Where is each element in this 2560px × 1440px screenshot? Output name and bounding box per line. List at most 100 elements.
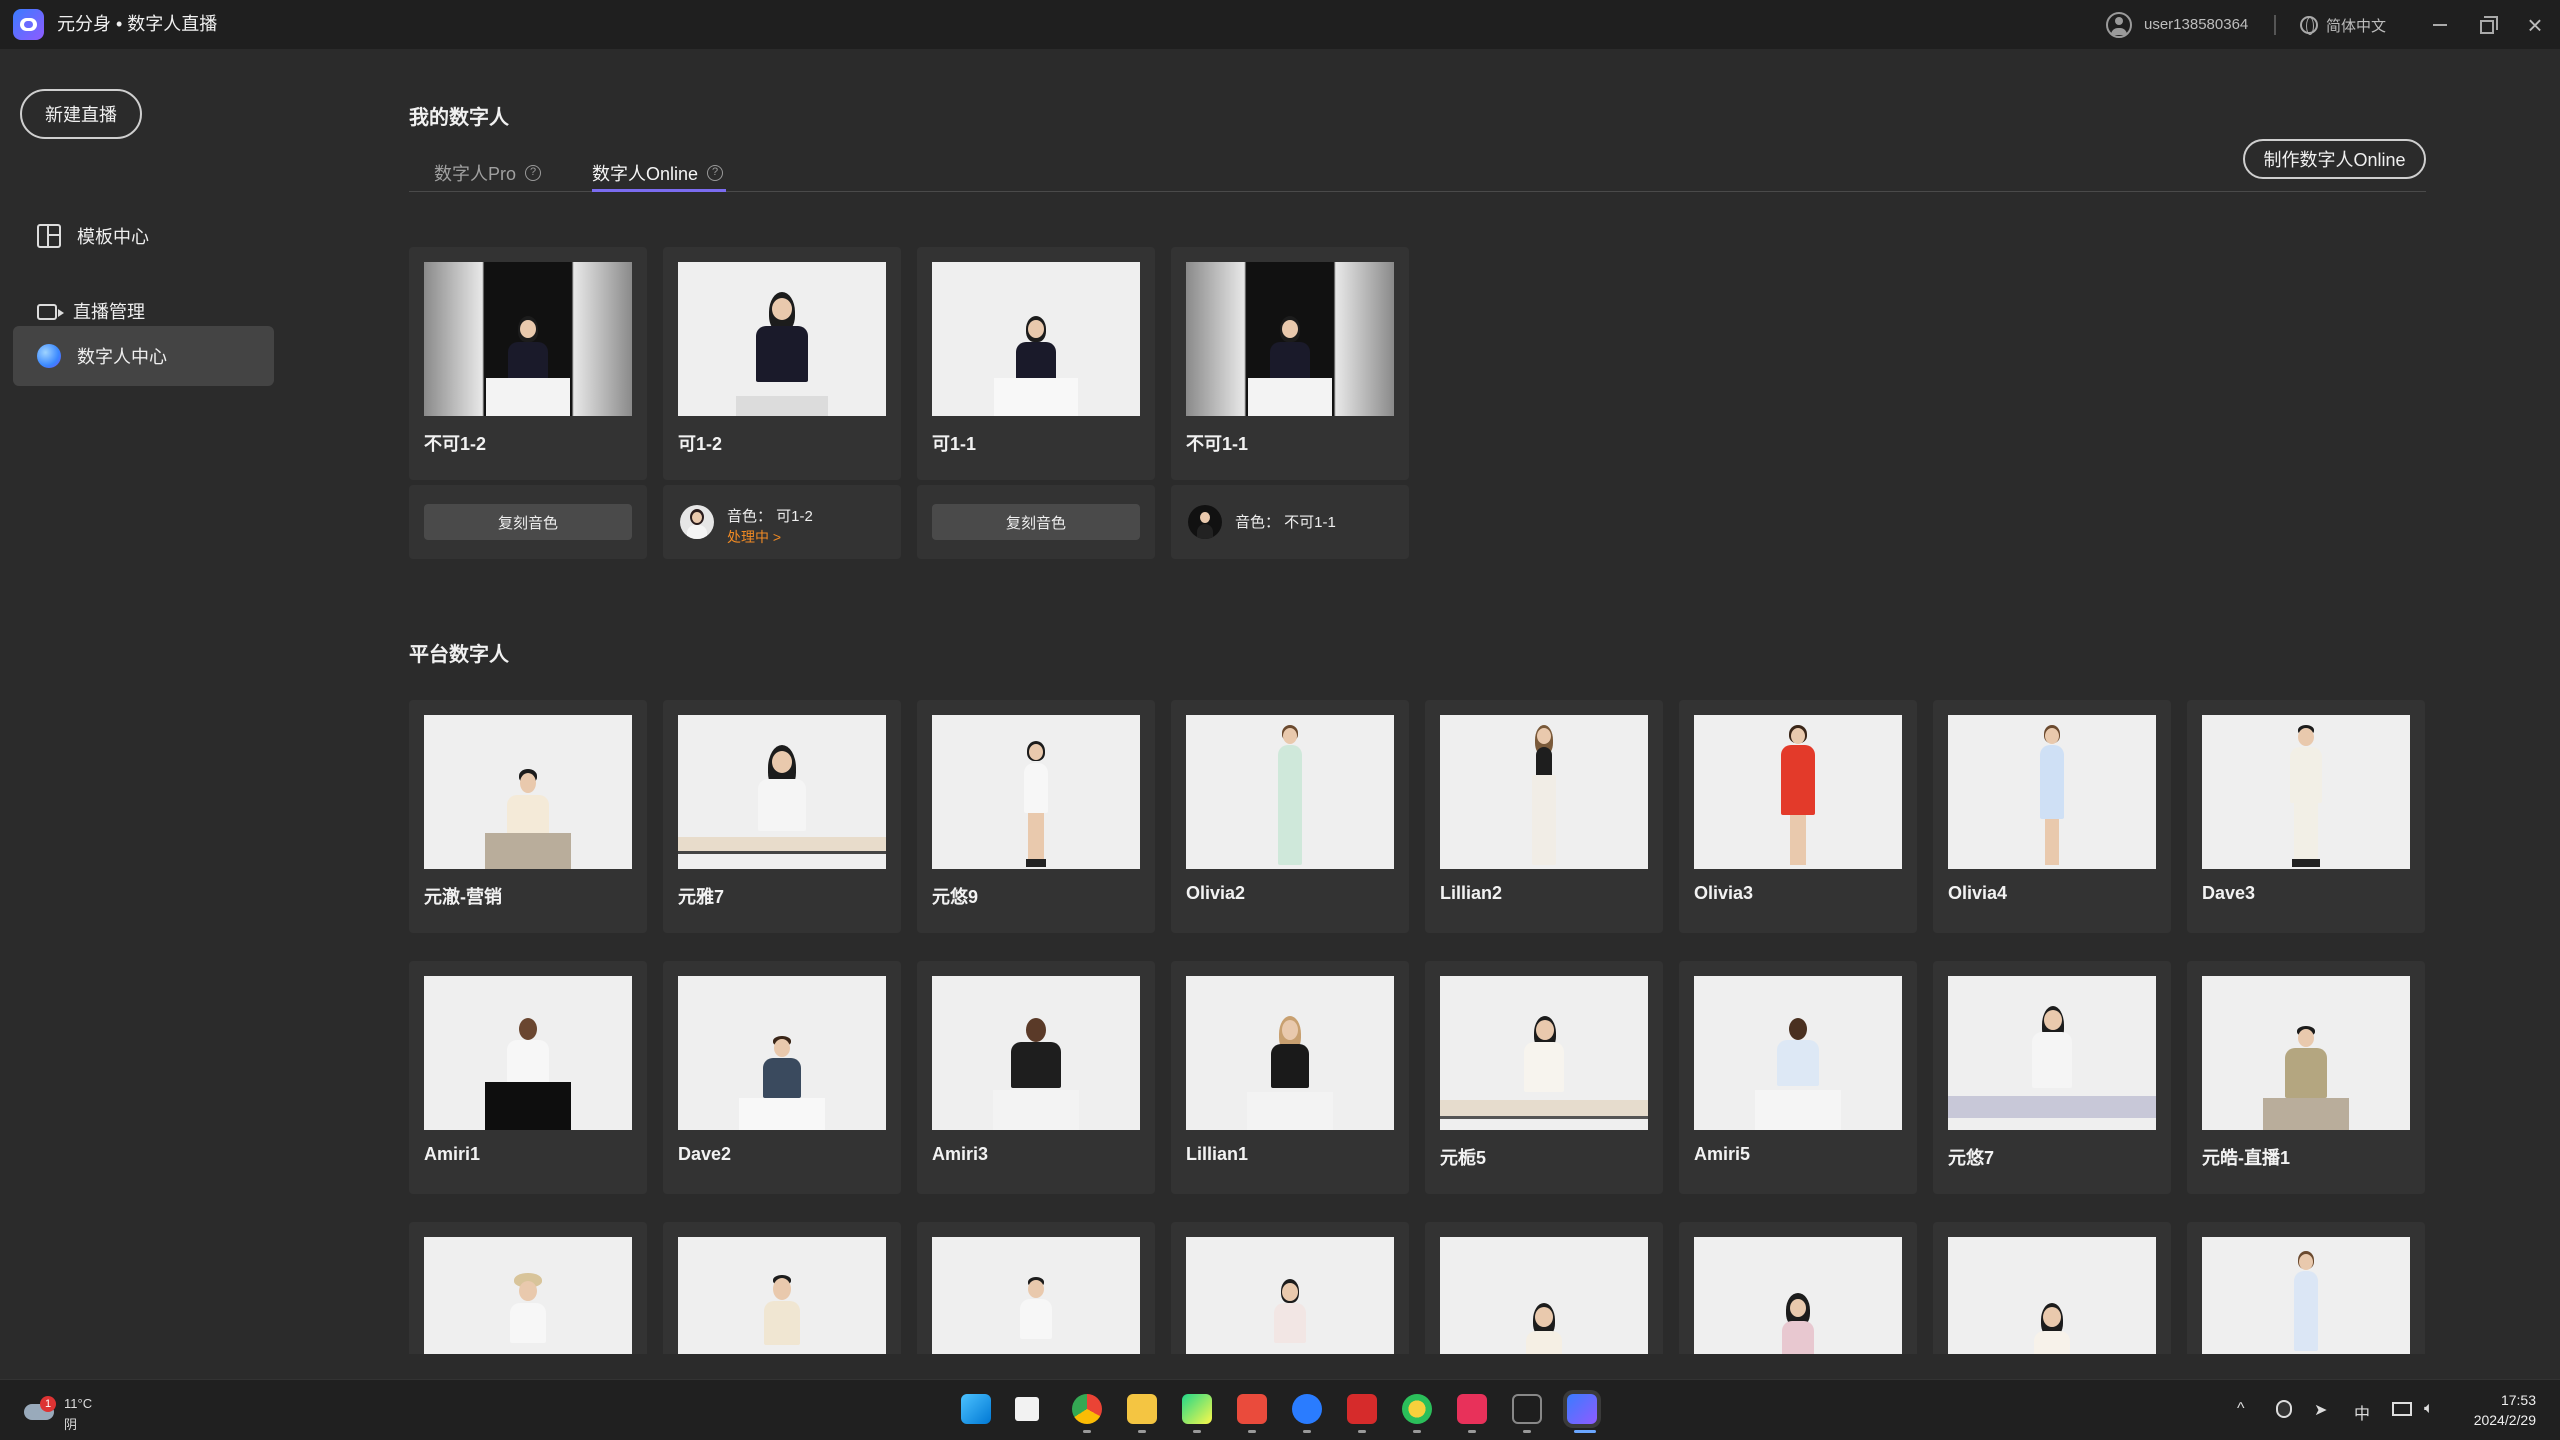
platform-card[interactable]: Amiri5	[1679, 961, 1917, 1194]
card-name: 可1-2	[678, 434, 723, 454]
platform-card[interactable]: Olivia2	[1171, 700, 1409, 933]
app-logo-icon	[13, 9, 44, 40]
running-indicator	[1083, 1430, 1091, 1433]
app-yuanfenshen-icon[interactable]	[1567, 1394, 1597, 1424]
notification-badge: 1	[40, 1396, 56, 1412]
pycharm-icon[interactable]	[1182, 1394, 1212, 1424]
user-avatar-icon	[2106, 11, 2132, 38]
running-indicator	[1523, 1430, 1531, 1433]
platform-card[interactable]: 元澈-营销	[409, 700, 647, 933]
platform-card[interactable]: Amiri1	[409, 961, 647, 1194]
platform-card[interactable]: 元皓-直播1	[2187, 961, 2425, 1194]
sidebar-item-digital-human-center[interactable]: 数字人中心	[13, 326, 274, 386]
running-indicator	[1468, 1430, 1476, 1433]
card-name: Lillian1	[1186, 1144, 1249, 1164]
qq-icon[interactable]	[2276, 1400, 2292, 1418]
platform-card[interactable]	[917, 1222, 1155, 1354]
ime-indicator[interactable]: 中	[2354, 1400, 2370, 1424]
tab-label: 数字人Pro	[434, 164, 517, 184]
my-digital-card[interactable]: 不可1-2	[409, 247, 647, 480]
my-digital-card[interactable]: 不可1-1	[1171, 247, 1409, 480]
tab-digital-pro[interactable]: 数字人Pro ?	[434, 155, 542, 191]
minimize-button[interactable]	[2425, 10, 2455, 40]
send-icon[interactable]: ➤	[2314, 1400, 2327, 1420]
platform-card[interactable]	[409, 1222, 647, 1354]
chevron-up-icon[interactable]: ^	[2237, 1400, 2245, 1418]
sidebar: 新建直播 模板中心 直播管理 数字人中心	[0, 49, 290, 1379]
card-name: Dave2	[678, 1144, 732, 1164]
digital-human-thumbnail	[1440, 1237, 1648, 1354]
weather-widget[interactable]: 1 11°C 阴	[22, 1390, 102, 1432]
processing-status[interactable]: 处理中 >	[727, 527, 781, 547]
clone-voice-button[interactable]: 复刻音色	[424, 504, 632, 540]
clock-date[interactable]: 2024/2/29	[2456, 1412, 2536, 1428]
my-digital-card[interactable]: 可1-1	[917, 247, 1155, 480]
platform-card[interactable]: 元雅7	[663, 700, 901, 933]
platform-card[interactable]: Olivia3	[1679, 700, 1917, 933]
tab-digital-online[interactable]: 数字人Online ?	[592, 155, 724, 191]
platform-card[interactable]	[663, 1222, 901, 1354]
divider	[2274, 15, 2276, 35]
lark-icon[interactable]	[1292, 1394, 1322, 1424]
task-view-icon[interactable]	[1015, 1397, 1039, 1421]
digital-human-thumbnail	[678, 976, 886, 1130]
taskbar: 1 11°C 阴 ^ ➤ 中 🔈︎ 17:53 2024/2/29	[0, 1379, 2560, 1440]
live-icon	[37, 304, 64, 320]
browser-icon[interactable]	[1402, 1394, 1432, 1424]
digital-human-thumbnail	[424, 262, 632, 416]
xmind-icon[interactable]	[1237, 1394, 1267, 1424]
pocket-icon[interactable]	[1457, 1394, 1487, 1424]
platform-card[interactable]: 元悠9	[917, 700, 1155, 933]
platform-card[interactable]	[1425, 1222, 1663, 1354]
platform-card[interactable]: Olivia4	[1933, 700, 2171, 933]
language-label: 简体中文	[2326, 17, 2387, 35]
platform-card[interactable]	[1171, 1222, 1409, 1354]
platform-card[interactable]: 元悠7	[1933, 961, 2171, 1194]
sidebar-item-label: 直播管理	[73, 302, 145, 322]
file-explorer-icon[interactable]	[1127, 1394, 1157, 1424]
help-icon[interactable]: ?	[707, 165, 724, 181]
card-name: Amiri5	[1694, 1144, 1751, 1164]
make-digital-online-button[interactable]: 制作数字人Online	[2243, 139, 2426, 179]
windows-start-icon[interactable]	[961, 1394, 991, 1424]
close-button[interactable]: ×	[2520, 10, 2550, 40]
digital-human-thumbnail	[1694, 976, 1902, 1130]
volume-icon[interactable]: 🔈︎	[2424, 1400, 2434, 1418]
sidebar-item-label: 模板中心	[77, 227, 149, 247]
platform-card[interactable]: 元栀5	[1425, 961, 1663, 1194]
network-icon[interactable]	[2392, 1402, 2412, 1416]
digital-human-thumbnail	[678, 1237, 886, 1354]
platform-card[interactable]	[1933, 1222, 2171, 1354]
new-live-button[interactable]: 新建直播	[20, 89, 142, 139]
clone-voice-button[interactable]: 复刻音色	[932, 504, 1140, 540]
clock-time[interactable]: 17:53	[2476, 1392, 2536, 1408]
card-name: 元栀5	[1440, 1148, 1487, 1168]
digital-human-thumbnail	[678, 262, 886, 416]
platform-card[interactable]	[1679, 1222, 1917, 1354]
sidebar-item-template-center[interactable]: 模板中心	[13, 206, 274, 266]
platform-card[interactable]: Dave2	[663, 961, 901, 1194]
digital-human-thumbnail	[1694, 1237, 1902, 1354]
digital-human-thumbnail	[2202, 1237, 2410, 1354]
digital-human-thumbnail	[1186, 715, 1394, 869]
template-icon	[37, 224, 61, 248]
platform-card[interactable]: Dave3	[2187, 700, 2425, 933]
language-selector[interactable]: 简体中文	[2300, 13, 2386, 37]
tab-label: 数字人Online	[592, 164, 699, 184]
pdf-reader-icon[interactable]	[1347, 1394, 1377, 1424]
help-icon[interactable]: ?	[525, 165, 542, 181]
restore-button[interactable]	[2472, 10, 2502, 40]
platform-card[interactable]: Amiri3	[917, 961, 1155, 1194]
active-tab-indicator	[592, 189, 726, 192]
my-digital-card[interactable]: 可1-2	[663, 247, 901, 480]
running-indicator	[1413, 1430, 1421, 1433]
voice-panel: 复刻音色	[917, 485, 1155, 559]
chrome-icon[interactable]	[1072, 1394, 1102, 1424]
user-account[interactable]: user138580364	[2106, 11, 2248, 38]
platform-card[interactable]: Lillian2	[1425, 700, 1663, 933]
digital-human-thumbnail	[932, 715, 1140, 869]
platform-card[interactable]: Lillian1	[1171, 961, 1409, 1194]
platform-card[interactable]	[2187, 1222, 2425, 1354]
terminal-icon[interactable]	[1512, 1394, 1542, 1424]
digital-human-thumbnail	[2202, 976, 2410, 1130]
